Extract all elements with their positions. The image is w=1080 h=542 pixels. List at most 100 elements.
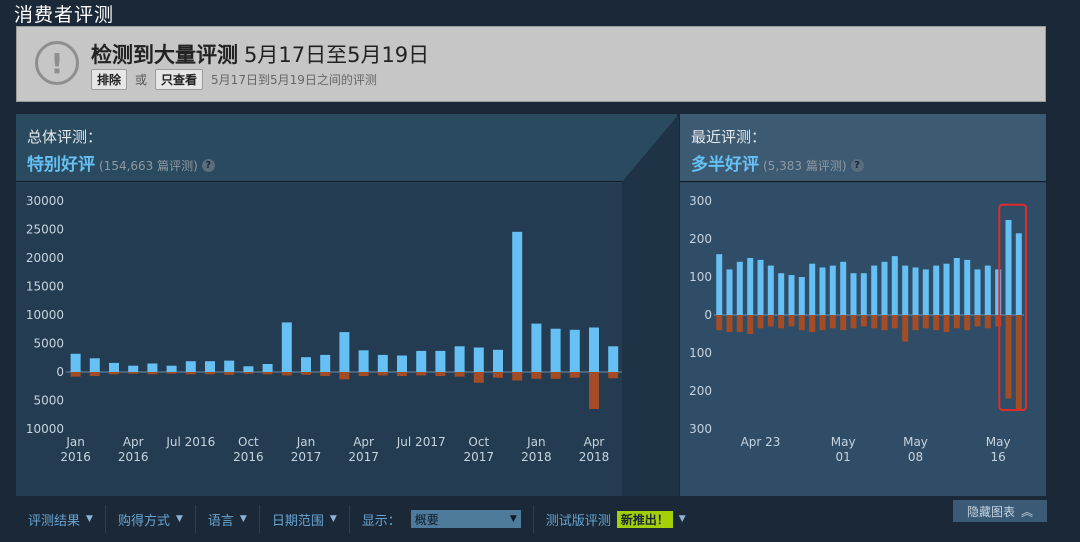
y-tick-label: 25000 [26, 223, 64, 237]
x-tick-label-year: 08 [908, 450, 923, 464]
filter-language-label: 语言 [207, 513, 234, 529]
only-show-button[interactable]: 只查看 [155, 69, 204, 90]
filter-date-range[interactable]: 日期范围 ▼ [260, 505, 350, 533]
beta-reviews-label: 测试版评测 [545, 513, 611, 529]
negative-bar [726, 315, 733, 333]
caret-down-icon: ▼ [86, 514, 93, 524]
zoom-connector [622, 114, 679, 496]
alert-title-bold: 检测到大量评测 [91, 43, 238, 67]
caret-down-icon: ▼ [329, 514, 337, 524]
help-icon[interactable]: ? [201, 158, 215, 172]
overall-histogram-chart[interactable]: 300002500020000150001000050000500010000J… [16, 183, 677, 496]
overall-rating-text: 特别好评 [27, 155, 95, 175]
filter-review-type[interactable]: 评测结果 ▼ [16, 505, 106, 533]
filter-beta-reviews[interactable]: 测试版评测 新推出！ ▼ [534, 505, 698, 533]
negative-bar [871, 315, 878, 329]
display-select-value: 概要 [414, 512, 439, 527]
negative-bar [736, 315, 743, 333]
negative-bar [881, 315, 888, 331]
negative-bar [767, 315, 774, 327]
positive-bar [860, 273, 867, 315]
x-tick-label: Jan [296, 435, 316, 449]
negative-bar [205, 372, 215, 375]
positive-bar [891, 256, 898, 315]
positive-bar [933, 265, 940, 315]
x-tick-label-year: 16 [991, 450, 1006, 464]
x-tick-label-year: 2017 [464, 450, 495, 464]
caret-down-icon: ▼ [175, 514, 183, 524]
recent-reviews-panel: 最近评测： 多半好评 (5,383 篇评测)? 300 200 100 0 100 200 3… [680, 114, 1046, 496]
negative-bar [339, 372, 350, 380]
x-tick-label-year: 2018 [579, 450, 610, 464]
positive-bar [850, 273, 857, 315]
recent-chart-area: 300 200 100 0 100 200 300 Apr 23 May 01 May 08 May 16 [680, 183, 1046, 496]
negative-bar [185, 372, 196, 375]
x-tick-label-year: 2016 [60, 450, 91, 464]
negative-bar [809, 315, 816, 333]
negative-bar [569, 372, 580, 378]
negative-bar [358, 372, 369, 376]
negative-bar [147, 372, 158, 375]
positive-bar [377, 354, 388, 372]
y-tick-label: 15000 [26, 280, 64, 294]
positive-bar [589, 327, 599, 372]
positive-bar [224, 360, 235, 372]
x-tick-label: Apr [353, 435, 374, 449]
negative-bar [416, 372, 427, 376]
negative-bar [1005, 315, 1012, 399]
negative-bar [128, 372, 139, 374]
negative-bar [531, 372, 542, 379]
negative-bar [512, 372, 523, 381]
negative-bar [953, 315, 960, 329]
negative-bar [224, 372, 235, 375]
negative-bar [819, 315, 826, 331]
help-icon[interactable]: ? [850, 158, 864, 172]
positive-bar [89, 358, 100, 372]
negative-bar [902, 315, 909, 342]
positive-bar [974, 269, 981, 315]
display-select[interactable]: 概要 ▼ [410, 510, 521, 528]
x-tick-label: Apr [584, 435, 605, 449]
negative-bar [377, 372, 388, 376]
recent-reviews-header: 最近评测： 多半好评 (5,383 篇评测)? [680, 114, 1046, 182]
x-tick-label-year: 2016 [118, 450, 149, 464]
double-chevron-up-icon: ︽ [1021, 504, 1034, 519]
y-tick-label: 100 [689, 270, 712, 284]
positive-bar [147, 363, 158, 372]
negative-bar [589, 372, 599, 409]
filter-purchase-type[interactable]: 购得方式 ▼ [106, 505, 196, 533]
positive-bar [185, 361, 196, 372]
y-tick-label: 0 [704, 308, 712, 322]
negative-bar [984, 315, 991, 329]
x-tick-label: Jul 2017 [396, 435, 446, 449]
negative-bar [974, 315, 981, 327]
highlight-box [998, 203, 1027, 411]
caret-down-icon: ▼ [678, 514, 686, 524]
or-label: 或 [135, 73, 148, 87]
positive-bar [747, 258, 754, 315]
positive-bar [984, 265, 991, 315]
negative-bar [860, 315, 867, 327]
overall-reviews-panel: 总体评测： 特别好评 (154,663 篇评测)? 30000 25000 20000… [16, 114, 677, 496]
negative-bar [933, 315, 940, 331]
negative-bar [829, 315, 836, 329]
review-alert-box: ! 检测到大量评测 5月17日至5月19日 排除 或 只查看 5月17日到5月19… [16, 26, 1046, 102]
exclude-button[interactable]: 排除 [91, 69, 128, 90]
filter-language[interactable]: 语言 ▼ [196, 505, 260, 533]
negative-bar [435, 372, 446, 376]
hide-chart-button[interactable]: 隐藏图表 ︽ [953, 500, 1047, 522]
positive-bar [798, 277, 805, 315]
positive-bar [726, 269, 733, 315]
y-tick-label: 100 [689, 346, 712, 360]
filter-date-range-label: 日期范围 [271, 513, 324, 529]
positive-bar [912, 267, 919, 315]
positive-bar [840, 261, 847, 315]
positive-bar [550, 328, 561, 372]
positive-bar [881, 261, 888, 315]
positive-bar [339, 332, 350, 372]
x-tick-label: Oct [238, 435, 259, 449]
positive-bar [943, 263, 950, 315]
positive-bar [397, 355, 407, 372]
recent-histogram-chart[interactable]: 3002001000100200300Apr 23 May01May08May16 [680, 183, 1046, 496]
negative-bar [788, 315, 795, 327]
